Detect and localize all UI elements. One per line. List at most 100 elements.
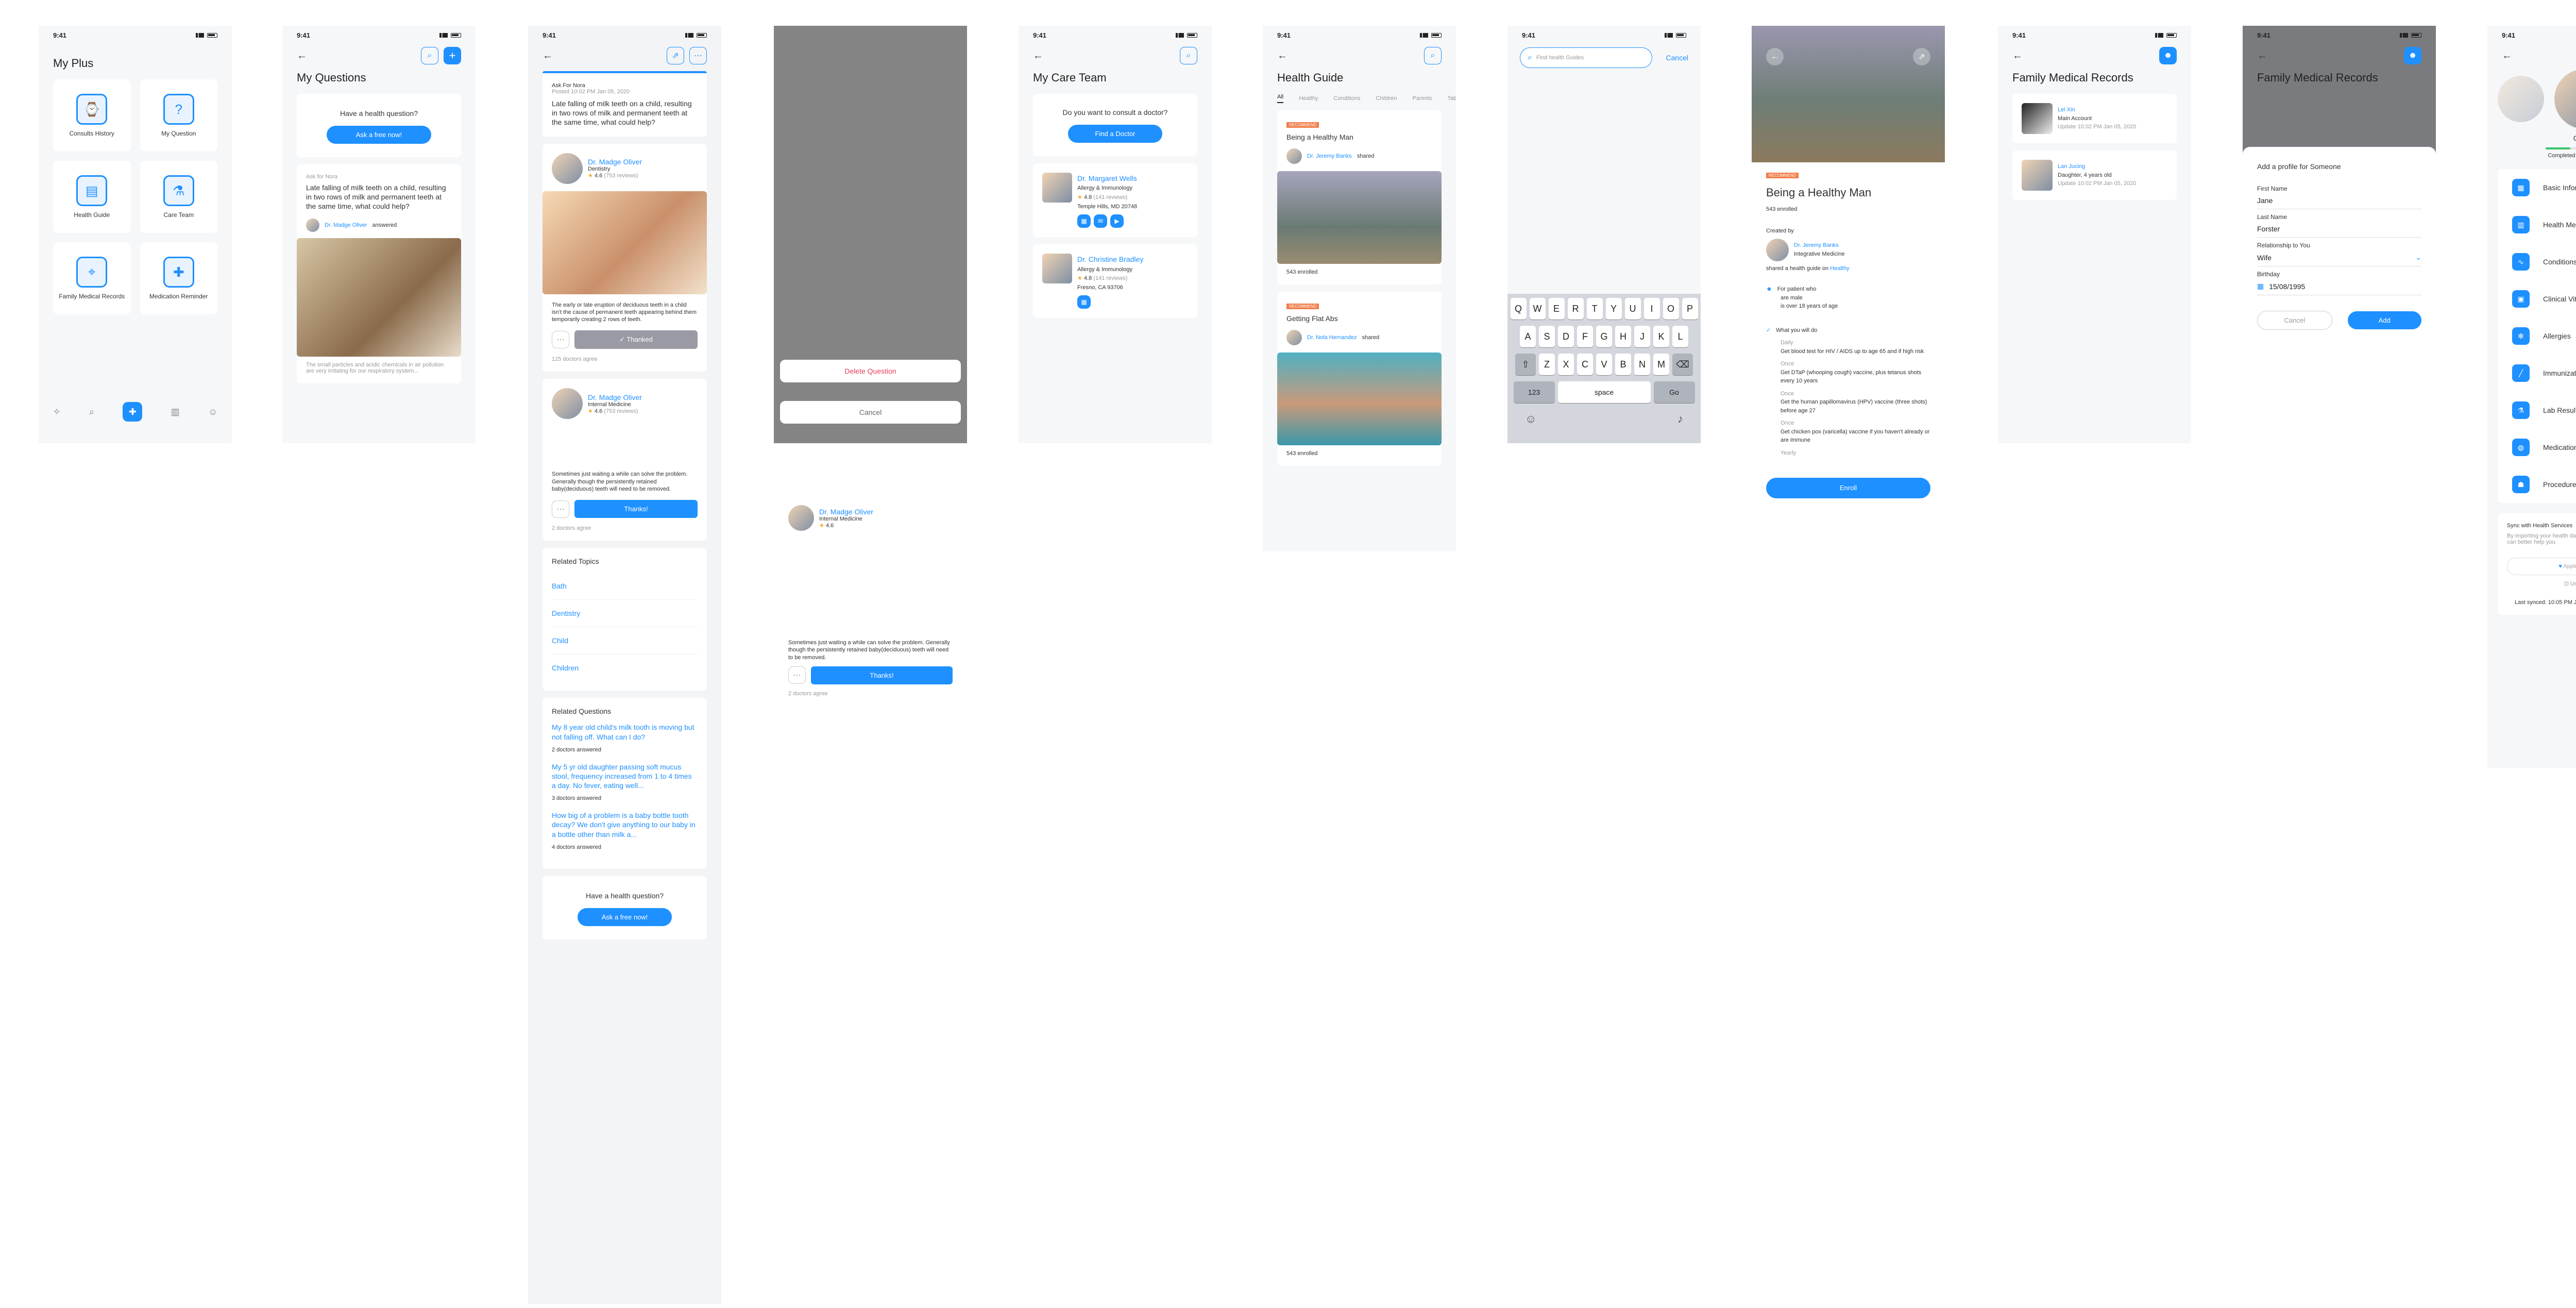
emoji-icon[interactable]: ☺ — [1525, 412, 1536, 426]
agree-count[interactable]: 2 doctors agree — [552, 525, 698, 531]
profile-card[interactable]: Lan Jucing Daughter, 4 years old Update 10… — [2012, 150, 2177, 200]
guide-card[interactable]: RECOMMEND Being a Healthy Man Dr. Jeremy… — [1277, 110, 1442, 284]
add-button[interactable]: Add — [2347, 311, 2421, 329]
doctor-name[interactable]: Dr. Madge Oliver — [325, 222, 367, 228]
apple-health-button[interactable]: ♥ Apple Health Data — [2507, 558, 2576, 575]
key[interactable]: N — [1634, 354, 1650, 375]
key[interactable]: U — [1624, 298, 1641, 320]
topic-item[interactable]: Child — [552, 627, 698, 655]
key[interactable]: Z — [1539, 354, 1555, 375]
key[interactable]: O — [1663, 298, 1679, 320]
more-icon[interactable]: ⋯ — [552, 331, 569, 349]
search-button[interactable]: ⌕ — [1180, 47, 1197, 64]
key[interactable]: E — [1548, 298, 1565, 320]
tab-all[interactable]: All — [1277, 94, 1284, 103]
records-item[interactable]: ☗Procedures0 › — [2498, 466, 2576, 503]
share-button[interactable]: ⇗ — [667, 47, 684, 64]
back-icon[interactable]: ← — [2502, 50, 2512, 62]
tag-link[interactable]: Healthy — [1830, 265, 1849, 272]
agree-count[interactable]: 125 doctors agree — [552, 356, 698, 362]
key[interactable]: J — [1634, 326, 1650, 347]
related-question[interactable]: My 8 year old child's milk tooth is movi… — [552, 723, 698, 741]
doctor-name[interactable]: Dr. Madge Oliver — [588, 393, 642, 401]
topic-item[interactable]: Children — [552, 655, 698, 681]
back-icon[interactable]: ← — [297, 50, 307, 62]
find-doctor-button[interactable]: Find a Doctor — [1068, 125, 1162, 143]
unlink-button[interactable]: ⊡ Unlink Secret — [2507, 580, 2576, 587]
key[interactable]: M — [1653, 354, 1669, 375]
key[interactable]: R — [1567, 298, 1584, 320]
key[interactable]: S — [1539, 326, 1555, 347]
tile-consults-history[interactable]: ⌚ Consults History — [53, 79, 131, 152]
topic-item[interactable]: Bath — [552, 573, 698, 600]
key[interactable]: G — [1596, 326, 1612, 347]
ask-button[interactable]: Ask a free now! — [578, 908, 672, 926]
key[interactable]: W — [1529, 298, 1546, 320]
key[interactable]: Q — [1510, 298, 1527, 320]
key[interactable]: C — [1577, 354, 1593, 375]
video-icon[interactable]: ▶ — [1110, 214, 1124, 228]
doctor-name[interactable]: Dr. Madge Oliver — [588, 158, 642, 166]
records-item[interactable]: ✻Allergies › — [2498, 317, 2576, 355]
bulb-icon[interactable]: ✧ — [53, 407, 61, 417]
key[interactable]: L — [1672, 326, 1688, 347]
guide-card[interactable]: RECOMMEND Getting Flat Abs Dr. Nola Hern… — [1277, 292, 1442, 466]
doctor-name[interactable]: Dr. Madge Oliver — [819, 508, 873, 516]
back-icon[interactable]: ← — [543, 50, 553, 62]
ask-button[interactable]: Ask a free now! — [327, 126, 431, 144]
key[interactable]: A — [1520, 326, 1536, 347]
back-icon[interactable]: ← — [2257, 50, 2267, 62]
tile-medication-reminder[interactable]: ✚ Medication Reminder — [140, 242, 217, 314]
key[interactable]: F — [1577, 326, 1593, 347]
search-icon[interactable]: ⌕ — [89, 407, 94, 417]
go-key[interactable]: Go — [1653, 381, 1695, 403]
records-item[interactable]: ╱Immunization0 › — [2498, 355, 2576, 392]
avatar[interactable] — [2554, 69, 2576, 129]
tile-my-question[interactable]: ? My Question — [140, 79, 217, 152]
back-icon[interactable]: ← — [1033, 50, 1043, 62]
add-profile-button[interactable]: ☻ — [2159, 47, 2177, 64]
relationship-select[interactable]: Wife ⌄ — [2257, 249, 2421, 266]
key[interactable]: D — [1558, 326, 1574, 347]
key[interactable]: B — [1615, 354, 1631, 375]
key[interactable]: H — [1615, 326, 1631, 347]
calendar-icon[interactable]: ▦ — [1077, 295, 1091, 309]
cancel-button[interactable]: Cancel — [780, 401, 961, 424]
tab-parents[interactable]: Parents — [1412, 95, 1432, 102]
key[interactable]: Y — [1605, 298, 1622, 320]
tab-children[interactable]: Children — [1376, 95, 1397, 102]
back-icon[interactable]: ← — [2012, 50, 2023, 62]
plus-tab-icon[interactable]: ✚ — [123, 402, 143, 422]
message-icon[interactable]: ✉ — [1094, 214, 1107, 228]
back-icon[interactable]: ← — [1766, 48, 1784, 65]
doctor-card[interactable]: Dr. Christine Bradley Allergy & Immunolog… — [1033, 244, 1197, 318]
more-button[interactable]: ⋯ — [689, 47, 707, 64]
records-item[interactable]: ◍Medications2 › — [2498, 429, 2576, 466]
calendar-icon[interactable]: ▦ — [1077, 214, 1091, 228]
space-key[interactable]: space — [1557, 381, 1651, 403]
add-button[interactable]: + — [444, 47, 461, 64]
tile-health-guide[interactable]: ▤ Health Guide — [53, 161, 131, 233]
key[interactable]: P — [1682, 298, 1698, 320]
more-icon[interactable]: ⋯ — [552, 500, 569, 518]
cancel-button[interactable]: Cancel — [1666, 54, 1688, 62]
search-button[interactable]: ⌕ — [1424, 47, 1442, 64]
records-item[interactable]: ▦Basic Information › — [2498, 169, 2576, 206]
tile-care-team[interactable]: ⚗ Care Team — [140, 161, 217, 233]
question-card[interactable]: Ask for Nora Late falling of milk teeth … — [297, 164, 461, 383]
profile-icon[interactable]: ☺ — [208, 407, 217, 417]
more-icon[interactable]: ⋯ — [788, 666, 806, 684]
records-item[interactable]: ▣Clinical Vitals0 › — [2498, 280, 2576, 317]
thanks-button[interactable]: Thanks! — [811, 666, 953, 684]
records-item[interactable]: ∿Conditions & Symptoms2 › — [2498, 243, 2576, 280]
chart-icon[interactable]: ▥ — [171, 407, 180, 417]
first-name-field[interactable]: Jane — [2257, 192, 2421, 209]
back-icon[interactable]: ← — [1277, 50, 1287, 62]
delete-question-button[interactable]: Delete Question — [780, 360, 961, 382]
key[interactable]: T — [1586, 298, 1603, 320]
search-input[interactable]: ⌕ Find health Guides — [1520, 47, 1653, 68]
tab-conditions[interactable]: Conditions — [1334, 95, 1361, 102]
cancel-button[interactable]: Cancel — [2257, 311, 2332, 330]
doctor-card[interactable]: Dr. Margaret Wells Allergy & Immunology ★ … — [1033, 163, 1197, 238]
birthday-field[interactable]: ▦ 15/08/1995 — [2257, 278, 2421, 295]
